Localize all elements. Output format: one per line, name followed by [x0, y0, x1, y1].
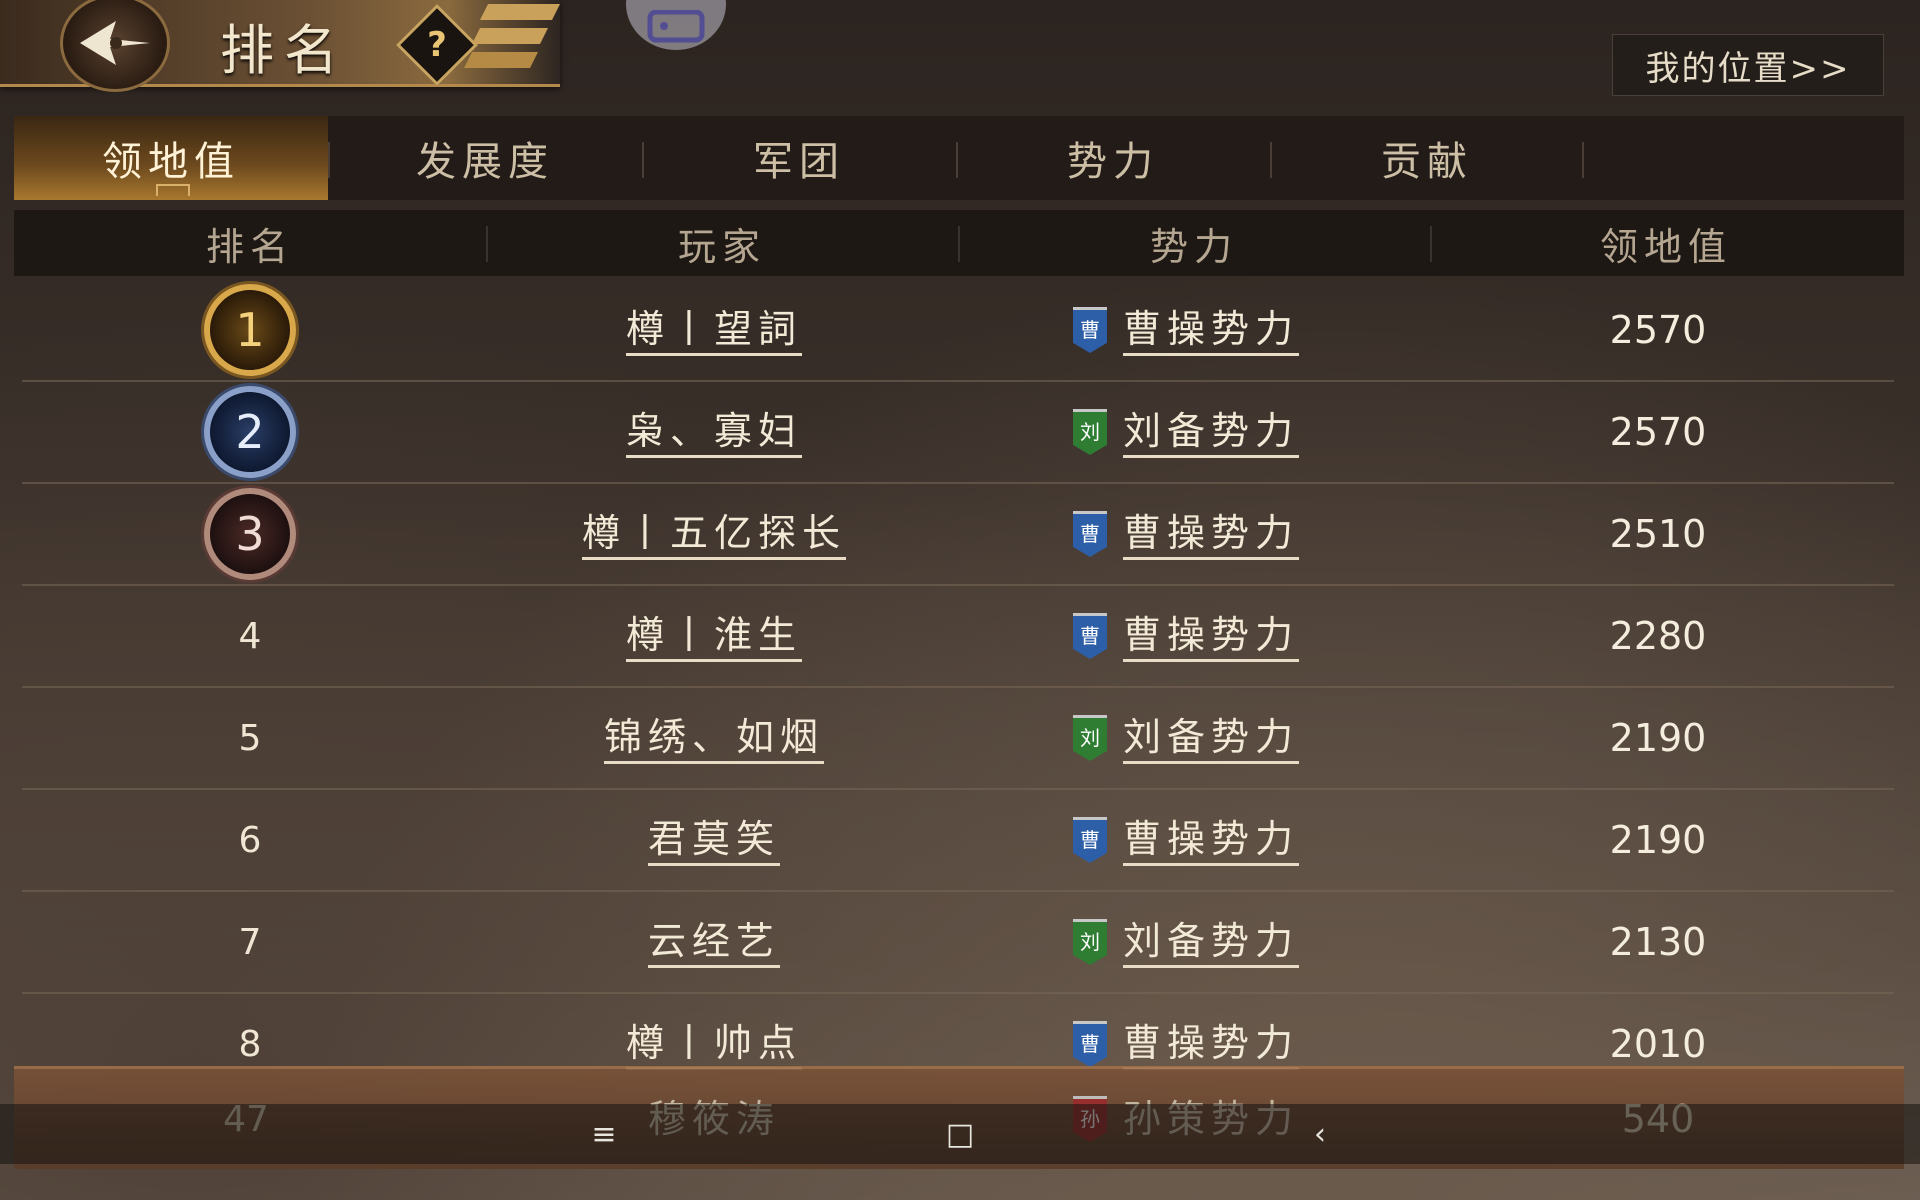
- territory-value: 2130: [1609, 920, 1707, 964]
- ranking-list: 1 樽丨望詞 曹 曹操势力 2570 2 枭、寡妇 刘 刘备势力 2570 3 …: [22, 280, 1894, 1094]
- back-nav-icon[interactable]: ‹: [1300, 1114, 1340, 1154]
- column-header-faction: 势力: [958, 210, 1430, 276]
- bronze-medal-icon: 3: [204, 488, 296, 580]
- tab-contribution[interactable]: 贡献: [1270, 116, 1584, 200]
- gold-medal-icon: 1: [204, 284, 296, 376]
- gamepad-float-button[interactable]: [626, 0, 726, 50]
- home-icon[interactable]: □: [940, 1114, 980, 1154]
- back-arrow-icon: [80, 21, 150, 65]
- faction-link[interactable]: 曹操势力: [1122, 305, 1299, 356]
- territory-value: 2280: [1609, 614, 1707, 658]
- tab-development[interactable]: 发展度: [328, 116, 642, 200]
- faction-link[interactable]: 曹操势力: [1122, 1019, 1299, 1070]
- player-link[interactable]: 云经艺: [647, 917, 780, 968]
- table-header: 排名 玩家 势力 领地值: [14, 210, 1904, 276]
- player-link[interactable]: 樽丨帅点: [625, 1019, 802, 1070]
- silver-medal-icon: 2: [204, 386, 296, 478]
- cao-banner-icon: 曹: [1072, 613, 1107, 659]
- cao-banner-icon: 曹: [1072, 817, 1107, 863]
- system-nav-bar: ≡ □ ‹: [0, 1104, 1920, 1164]
- territory-value: 2570: [1609, 308, 1707, 352]
- tab-territory[interactable]: 领地值: [14, 116, 328, 200]
- faction-link[interactable]: 曹操势力: [1122, 509, 1299, 560]
- rank-number: 4: [238, 615, 262, 657]
- table-row: 1 樽丨望詞 曹 曹操势力 2570: [22, 280, 1894, 382]
- faction-link[interactable]: 曹操势力: [1122, 815, 1299, 866]
- territory-value: 2190: [1609, 716, 1707, 760]
- territory-value: 2570: [1609, 410, 1707, 454]
- player-link[interactable]: 枭、寡妇: [625, 407, 802, 458]
- page-title: 排名: [220, 19, 348, 82]
- territory-value: 2510: [1609, 512, 1707, 556]
- cao-banner-icon: 曹: [1072, 1021, 1107, 1067]
- rank-number: 6: [238, 819, 262, 861]
- rank-cell: 3: [22, 484, 478, 584]
- player-link[interactable]: 樽丨五亿探长: [581, 509, 846, 560]
- player-link[interactable]: 樽丨淮生: [625, 611, 802, 662]
- gamepad-icon: [647, 10, 705, 43]
- player-link[interactable]: 君莫笑: [647, 815, 780, 866]
- faction-link[interactable]: 刘备势力: [1122, 407, 1299, 458]
- liu-banner-icon: 刘: [1072, 715, 1107, 761]
- table-row: 7 云经艺 刘 刘备势力 2130: [22, 892, 1894, 994]
- table-row: 6 君莫笑 曹 曹操势力 2190: [22, 790, 1894, 892]
- rank-cell: 2: [22, 382, 478, 482]
- faction-link[interactable]: 刘备势力: [1122, 713, 1299, 764]
- column-header-player: 玩家: [486, 210, 958, 276]
- tab-faction[interactable]: 势力: [956, 116, 1270, 200]
- table-row: 3 樽丨五亿探长 曹 曹操势力 2510: [22, 484, 1894, 586]
- rank-number: 7: [238, 921, 262, 963]
- liu-banner-icon: 刘: [1072, 409, 1107, 455]
- gold-stripes-decoration: [464, 4, 560, 68]
- territory-value: 2190: [1609, 818, 1707, 862]
- table-row: 2 枭、寡妇 刘 刘备势力 2570: [22, 382, 1894, 484]
- my-position-button[interactable]: 我的位置>>: [1612, 34, 1884, 96]
- tab-legion[interactable]: 军团: [642, 116, 956, 200]
- rank-cell: 1: [22, 280, 478, 380]
- cao-banner-icon: 曹: [1072, 511, 1107, 557]
- question-mark-icon: ?: [427, 25, 447, 65]
- column-header-rank: 排名: [205, 224, 294, 269]
- category-tabs: 领地值 发展度 军团 势力 贡献: [14, 116, 1904, 200]
- table-row: 5 锦绣、如烟 刘 刘备势力 2190: [22, 688, 1894, 790]
- player-link[interactable]: 锦绣、如烟: [603, 713, 824, 764]
- menu-icon[interactable]: ≡: [584, 1114, 624, 1154]
- player-link[interactable]: 樽丨望詞: [625, 305, 802, 356]
- table-row: 4 樽丨淮生 曹 曹操势力 2280: [22, 586, 1894, 688]
- column-header-territory: 领地值: [1430, 210, 1902, 276]
- rank-number: 5: [238, 717, 262, 759]
- faction-link[interactable]: 刘备势力: [1122, 917, 1299, 968]
- liu-banner-icon: 刘: [1072, 919, 1107, 965]
- faction-link[interactable]: 曹操势力: [1122, 611, 1299, 662]
- cao-banner-icon: 曹: [1072, 307, 1107, 353]
